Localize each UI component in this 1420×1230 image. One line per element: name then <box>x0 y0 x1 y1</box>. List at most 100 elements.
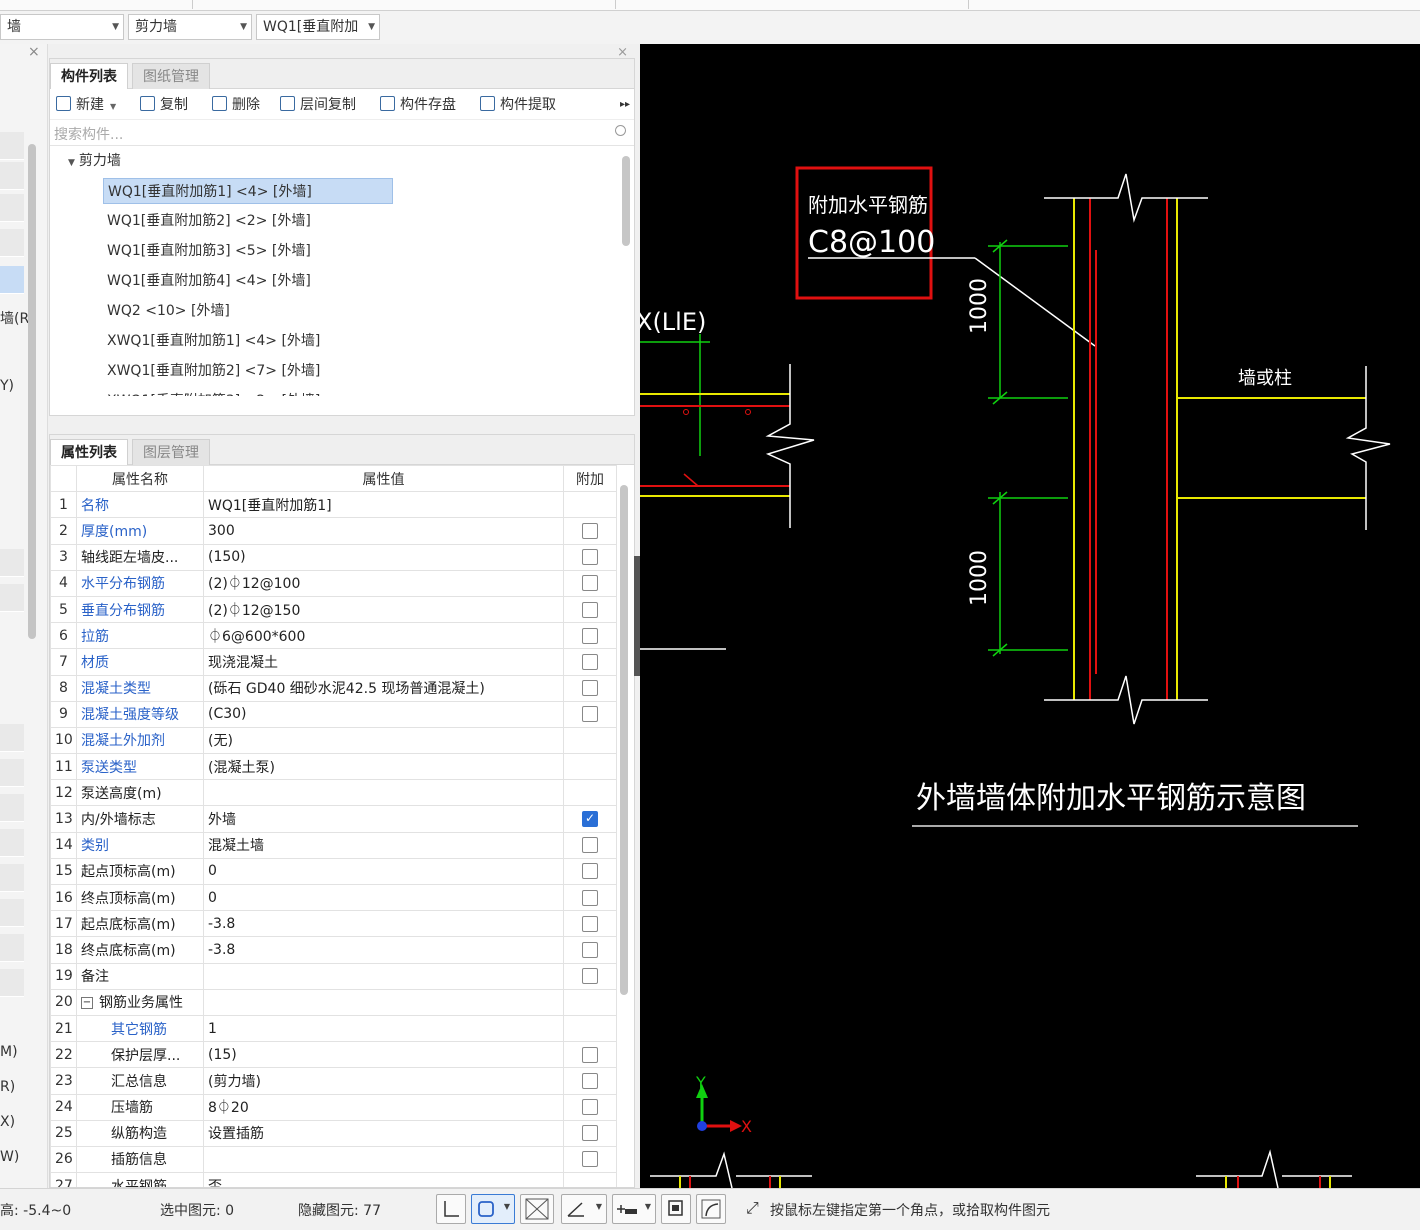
left-list-item[interactable] <box>0 132 24 160</box>
table-row[interactable]: 20− 钢筋业务属性 <box>50 988 617 1016</box>
copy-button[interactable]: 复制 <box>140 94 188 116</box>
property-value[interactable] <box>203 988 564 1016</box>
angle-button[interactable]: ▼ <box>561 1194 607 1224</box>
table-row[interactable]: 8 混凝土类型 (砾石 GD40 细砂水泥42.5 现场普通混凝土) <box>50 674 617 702</box>
tree-item[interactable]: XWQ1[垂直附加筋2] <7> [外墙] <box>103 358 324 384</box>
left-list-item[interactable] <box>0 549 24 577</box>
floor-select[interactable]: 墙 ▼ <box>0 14 124 40</box>
table-row[interactable]: 13 内/外墙标志 外墙 ✓ <box>50 805 617 833</box>
table-row[interactable]: 17 起点底标高(m) -3.8 <box>50 910 617 938</box>
table-row[interactable]: 6 拉筋 ⏀6@600*600 <box>50 622 617 650</box>
left-list-item[interactable] <box>0 759 24 787</box>
extra-checkbox[interactable] <box>582 863 598 880</box>
property-value[interactable]: 否 <box>203 1172 564 1187</box>
cad-canvas[interactable]: 附加水平钢筋 C8@100 墙或柱 1000 1000 X(LlE) 外墙墙体附… <box>640 44 1420 1188</box>
tree-item[interactable]: WQ2 <10> [外墙] <box>103 298 234 324</box>
left-list-item[interactable] <box>0 724 24 752</box>
table-row[interactable]: 14 类别 混凝土墙 <box>50 831 617 859</box>
table-row[interactable]: 19 备注 <box>50 962 617 990</box>
snap-button[interactable]: ▼ <box>612 1194 656 1224</box>
table-row[interactable]: 22 保护层厚... (15) <box>50 1041 617 1069</box>
extra-checkbox[interactable] <box>582 627 598 644</box>
table-row[interactable]: 15 起点顶标高(m) 0 <box>50 857 617 886</box>
table-row[interactable]: 27 水平钢筋... 否 <box>50 1172 617 1187</box>
new-button[interactable]: 新建 ▼ <box>56 94 116 116</box>
extra-checkbox[interactable] <box>582 575 598 592</box>
property-value[interactable] <box>203 779 564 807</box>
left-list-item[interactable] <box>0 864 24 892</box>
table-row[interactable]: 7 材质 现浇混凝土 <box>50 648 617 676</box>
tree-item[interactable]: WQ1[垂直附加筋3] <5> [外墙] <box>103 238 315 264</box>
tree-item[interactable]: WQ1[垂直附加筋1] <4> [外墙] <box>103 178 393 204</box>
table-row[interactable]: 10 混凝土外加剂 (无) <box>50 726 617 755</box>
table-row[interactable]: 26 插筋信息 <box>50 1145 617 1174</box>
extra-checkbox[interactable] <box>582 968 598 985</box>
category-select[interactable]: 剪力墙 ▼ <box>128 14 252 40</box>
property-value[interactable]: (15) <box>203 1041 564 1069</box>
left-list-item[interactable] <box>0 162 24 190</box>
tab-layer-manage[interactable]: 图层管理 <box>132 439 210 465</box>
extra-checkbox[interactable] <box>582 706 598 723</box>
table-row[interactable]: 18 终点底标高(m) -3.8 <box>50 936 617 964</box>
left-list-item[interactable] <box>0 794 24 822</box>
property-value[interactable]: ⏀6@600*600 <box>203 622 564 650</box>
extra-checkbox[interactable] <box>582 1151 598 1168</box>
extra-checkbox[interactable] <box>582 889 598 906</box>
property-value[interactable]: (剪力墙) <box>203 1067 564 1095</box>
left-scrollbar[interactable] <box>28 144 36 639</box>
extra-checkbox[interactable] <box>582 601 598 618</box>
tab-drawing-manage[interactable]: 图纸管理 <box>132 63 210 89</box>
table-row[interactable]: 3 轴线距左墙皮... (150) <box>50 543 617 571</box>
close-icon[interactable]: × <box>617 45 628 60</box>
save-component-button[interactable]: 构件存盘 <box>380 94 456 116</box>
property-value[interactable]: -3.8 <box>203 910 564 938</box>
search-icon[interactable] <box>615 125 626 136</box>
property-value[interactable]: (C30) <box>203 700 564 728</box>
property-value[interactable]: (2)⏀12@100 <box>203 569 564 597</box>
table-row[interactable]: 4 水平分布钢筋 (2)⏀12@100 <box>50 569 617 597</box>
extra-checkbox[interactable]: ✓ <box>582 811 598 828</box>
property-value[interactable]: (150) <box>203 543 564 571</box>
tree-root[interactable]: ▼ 剪力墙 <box>64 148 125 174</box>
property-value[interactable] <box>203 1145 564 1174</box>
extra-checkbox[interactable] <box>582 653 598 670</box>
extract-component-button[interactable]: 构件提取 <box>480 94 556 116</box>
table-row[interactable]: 9 混凝土强度等级 (C30) <box>50 700 617 728</box>
property-value[interactable]: (无) <box>203 726 564 755</box>
table-row[interactable]: 23 汇总信息 (剪力墙) <box>50 1067 617 1095</box>
extra-checkbox[interactable] <box>582 1072 598 1089</box>
table-row[interactable]: 24 压墙筋 8⏀20 <box>50 1093 617 1121</box>
display-button[interactable] <box>661 1194 691 1224</box>
tree-item[interactable]: WQ1[垂直附加筋2] <2> [外墙] <box>103 208 315 234</box>
ortho-button[interactable] <box>436 1194 466 1224</box>
property-value[interactable]: 1 <box>203 1014 564 1043</box>
table-row[interactable]: 25 纵筋构造 设置插筋 <box>50 1119 617 1147</box>
component-search[interactable]: 搜索构件... <box>50 120 634 146</box>
table-row[interactable]: 21 其它钢筋 1 <box>50 1014 617 1043</box>
property-value[interactable]: WQ1[垂直附加筋1] <box>203 491 564 519</box>
left-list-item[interactable] <box>0 229 24 257</box>
extra-checkbox[interactable] <box>582 1046 598 1063</box>
extra-checkbox[interactable] <box>582 1125 598 1142</box>
left-list-item[interactable] <box>0 899 24 927</box>
tree-item[interactable]: XWQ1[垂直附加筋3] <2> [外墙] <box>103 388 324 396</box>
table-row[interactable]: 16 终点顶标高(m) 0 <box>50 883 617 912</box>
extra-checkbox[interactable] <box>582 522 598 539</box>
property-value[interactable]: 混凝土墙 <box>203 831 564 859</box>
table-row[interactable]: 2 厚度(mm) 300 <box>50 517 617 545</box>
cross-select-button[interactable] <box>520 1194 554 1224</box>
curve-button[interactable] <box>696 1194 726 1224</box>
property-value[interactable]: (混凝土泵) <box>203 753 564 781</box>
floor-copy-button[interactable]: 层间复制 <box>280 94 356 116</box>
component-select[interactable]: WQ1[垂直附加 ▼ <box>256 14 380 40</box>
extra-checkbox[interactable] <box>582 837 598 854</box>
properties-scrollbar[interactable] <box>620 485 628 995</box>
left-list-item[interactable] <box>0 969 24 997</box>
table-row[interactable]: 1 名称 WQ1[垂直附加筋1] <box>50 491 617 519</box>
property-value[interactable]: 外墙 <box>203 805 564 833</box>
tab-property-list[interactable]: 属性列表 <box>50 439 128 465</box>
tab-component-list[interactable]: 构件列表 <box>50 63 128 89</box>
extra-checkbox[interactable] <box>582 915 598 932</box>
table-row[interactable]: 11 泵送类型 (混凝土泵) <box>50 753 617 781</box>
tree-item[interactable]: WQ1[垂直附加筋4] <4> [外墙] <box>103 268 315 294</box>
